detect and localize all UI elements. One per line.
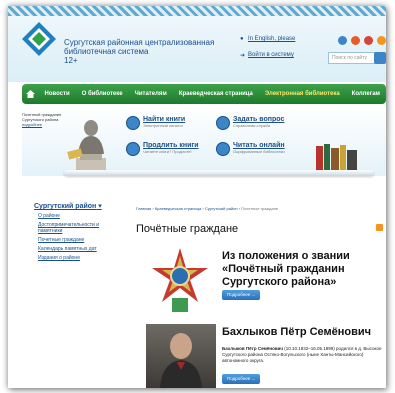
sidebar-title[interactable]: Сургутский район ▾ [34,202,102,210]
breadcrumb-home[interactable]: Главная [136,206,151,211]
read-online-item[interactable]: Читать онлайн Оцифрованные библиотеки [216,142,285,156]
nav-e-library[interactable]: Электронная библиотека [259,91,346,97]
find-books-item[interactable]: Найти книги Электронный каталог [126,116,185,130]
banner-note-link[interactable]: подробнее [22,122,42,127]
nav-colleagues[interactable]: Коллегам [346,91,386,97]
renew-books-link[interactable]: Продлить книги [143,142,199,149]
nav-readers[interactable]: Читателям [129,91,173,97]
globe-icon: ● [240,36,244,42]
english-link[interactable]: In English, please [248,36,295,42]
monument-image [67,120,106,172]
renew-books-sub: Читаете книги? Продлите! [143,149,192,154]
medal-image [152,248,208,312]
sidebar-item-about[interactable]: О районе [38,213,112,219]
nav-about[interactable]: О библиотеке [76,91,129,97]
more-button-2[interactable]: Подробнее ... [222,374,261,384]
youtube-icon[interactable] [364,36,373,45]
book-icon [216,142,230,156]
sidebar-item-honorary[interactable]: Почетные граждане [38,237,112,243]
ok-icon[interactable] [351,36,360,45]
vk-icon[interactable] [338,36,347,45]
sidebar-item-sights[interactable]: Достопримечательности и памятники [38,222,112,234]
search-icon[interactable] [374,52,386,64]
social-links [338,36,386,45]
article2-body: Бахлыков Пётр Семёнович (10.10.1932–16.0… [222,346,384,364]
nav-local-history[interactable]: Краеведческая страница [173,91,259,97]
ornament-band [8,6,386,16]
breadcrumb-district[interactable]: Сургутский район [205,206,238,211]
login-link[interactable]: Войти в систему [248,52,294,58]
chat-icon [216,116,230,130]
rss-icon[interactable] [376,224,383,231]
clock-icon [126,142,140,156]
article2-title[interactable]: Бахлыков Пётр Семёнович [222,326,384,338]
portrait-image [160,333,202,388]
read-online-link[interactable]: Читать онлайн [233,142,285,149]
rss-feed-icon[interactable] [377,36,386,45]
header: Сургутская районная централизованная биб… [8,16,386,82]
home-icon[interactable] [22,90,39,98]
sidebar-item-publications[interactable]: Издания о районе [38,255,112,261]
search-icon [126,116,140,130]
read-online-sub: Оцифрованные библиотеки [233,149,285,154]
login-icon: ➜ [240,53,246,59]
ask-question-link[interactable]: Задать вопрос [233,116,284,123]
find-books-link[interactable]: Найти книги [143,116,185,123]
books-image [316,144,357,170]
sidebar-menu: О районе Достопримечательности и памятни… [38,213,112,264]
shelf-divider [64,170,374,176]
banner-note: Почетный гражданин Сургутского района по… [22,112,67,127]
site-title[interactable]: Сургутская районная централизованная биб… [64,38,234,65]
site-title-line2: библиотечная система [64,47,149,56]
sidebar-item-calendar[interactable]: Календарь памятных дат [38,246,112,252]
article1-title[interactable]: Из положения о звании «Почётный граждани… [222,250,384,289]
page-title: Почётные граждане [136,223,239,235]
breadcrumb: Главная › Краеведческая страница › Сургу… [136,206,279,211]
main-nav: Новости О библиотеке Читателям Краеведче… [22,84,386,104]
age-rating: 12+ [64,56,78,65]
ask-question-sub: Справочная служба [233,123,271,128]
find-books-sub: Электронный каталог [143,123,184,128]
nav-news[interactable]: Новости [39,91,76,97]
ask-question-item[interactable]: Задать вопрос Справочная служба [216,116,284,130]
breadcrumb-current: Почетные граждане [241,206,279,211]
renew-books-item[interactable]: Продлить книги Читаете книги? Продлите! [126,142,199,156]
article2-name: Бахлыков Пётр Семёнович [222,346,283,351]
portrait-photo [146,324,216,388]
more-button-1[interactable]: Подробнее ... [222,290,261,300]
site-title-line1: Сургутская районная централизованная [64,38,215,47]
page: Сургутская районная централизованная биб… [8,6,386,388]
logo-icon[interactable] [22,22,56,56]
breadcrumb-local-history[interactable]: Краеведческая страница [155,206,201,211]
sidebar-title-label: Сургутский район [34,203,97,210]
